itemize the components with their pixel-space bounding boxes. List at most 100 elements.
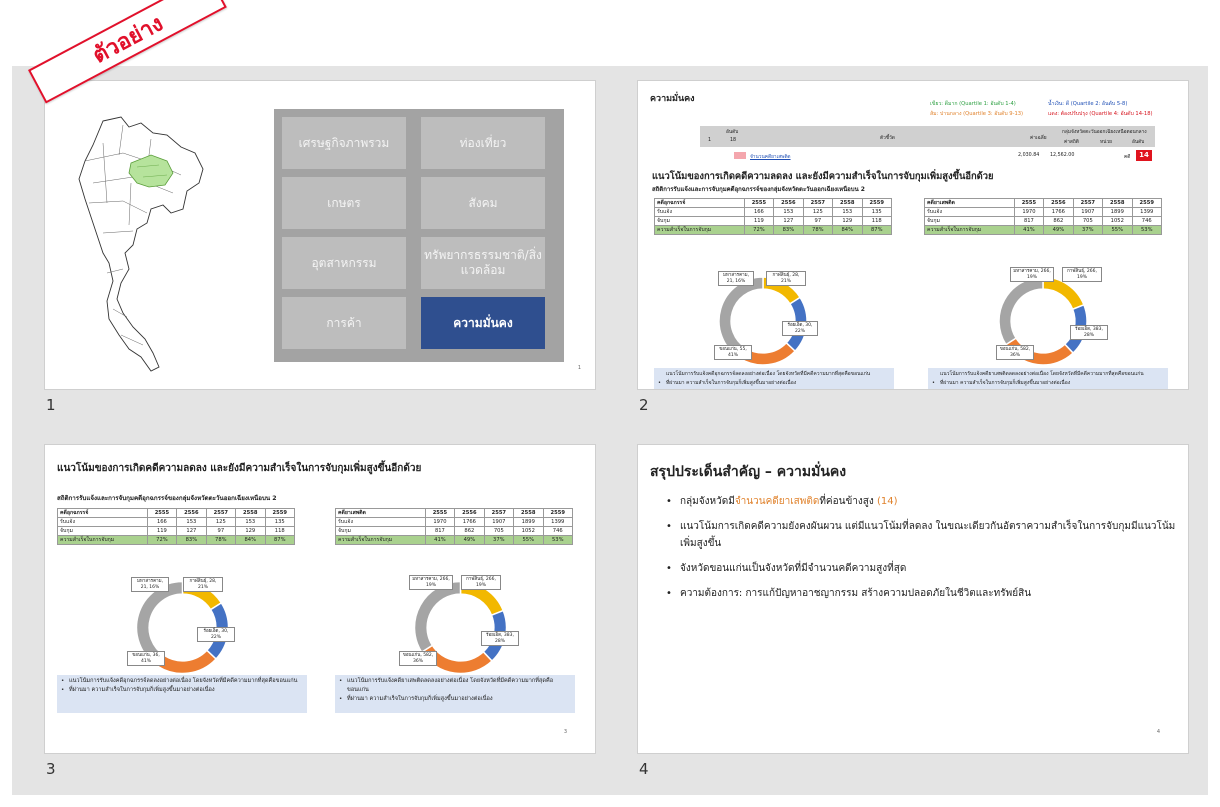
table-cell: 127 — [176, 526, 207, 536]
table-cell: 817 — [1013, 216, 1045, 226]
label-roiet: ร้อยเอ็ด, 30, 22% — [197, 627, 235, 643]
label-khonkaen: ขอนแก่น, 55, 41% — [714, 345, 752, 361]
table-cell: 2557 — [205, 508, 237, 518]
th-average: ค่าเฉลี่ย — [1030, 136, 1047, 141]
table-cell: 153 — [176, 517, 207, 527]
indicator-link[interactable]: จำนวนคดียาเสพติด — [750, 153, 791, 161]
label-khonkaen: ขอนแก่น, 36, 41% — [127, 651, 165, 667]
indicator-table: อันดับ 1 18 ตัวชี้วัด ค่าเฉลี่ย กลุ่มจัง… — [700, 126, 1155, 164]
menu-economy[interactable]: เศรษฐกิจภาพรวม — [282, 117, 406, 169]
note-drug-2: ที่ผ่านมา ความสำเร็จในการจับกุมก็เพิ่มสู… — [932, 379, 1164, 388]
table-cell: 2558 — [235, 508, 266, 518]
table-cell: 78% — [205, 535, 237, 545]
table-cell: 55% — [1102, 225, 1133, 235]
table-cell: ความสำเร็จในการจับกุม — [924, 225, 1015, 235]
table-cell: 97 — [205, 526, 237, 536]
table-cell: 53% — [542, 535, 573, 545]
table-cell: 87% — [861, 225, 892, 235]
note-violent-1: แนวโน้มการรับแจ้งคดีอุกฉกรรจ์ลดลงอย่างต่… — [61, 677, 303, 686]
table-cell: 2559 — [264, 508, 295, 518]
slide-number-2: 2 — [639, 396, 649, 414]
th-rank-1: 1 — [708, 138, 712, 143]
table-cell: 2555 — [743, 198, 775, 208]
subheadline: สถิติการรับแจ้งและการจับกุมคดีอุกฉกรรจ์ข… — [652, 186, 865, 193]
menu-trade[interactable]: การค้า — [282, 297, 406, 349]
table-cell: 2556 — [176, 508, 207, 518]
th-value: ค่าสถิติ — [1064, 140, 1079, 145]
table-cell: 153 — [235, 517, 266, 527]
table-cell: รับแจ้ง — [57, 517, 148, 527]
table-cell: 2555 — [1013, 198, 1045, 208]
table-row: ความสำเร็จในการจับกุม 41% 49% 37% 55% 53% — [335, 535, 573, 545]
table-cell: 125 — [205, 517, 237, 527]
subheadline: สถิติการรับแจ้งและการจับกุมคดีอุกฉกรรจ์ข… — [57, 495, 277, 502]
slide-thumbnail-3[interactable]: แนวโน้มของการเกิดคดีความลดลง และยังมีควา… — [44, 444, 596, 754]
table-cell: 1907 — [483, 517, 515, 527]
menu-agriculture[interactable]: เกษตร — [282, 177, 406, 229]
table-row: คดีอุกฉกรรจ์ 2555 2556 2557 2558 2559 — [57, 508, 295, 518]
slide-title: สรุปประเด็นสำคัญ – ความมั่นคง — [650, 464, 847, 480]
table-cell: 1052 — [1102, 216, 1133, 226]
legend-blue: น้ำเงิน: ดี (Quartile 2: อันดับ 5-8) — [1048, 101, 1128, 107]
table-cell: จับกุม — [335, 526, 426, 536]
table-cell: ความสำเร็จในการจับกุม — [335, 535, 426, 545]
page-number: 1 — [577, 365, 581, 371]
table-cell: 2555 — [146, 508, 178, 518]
unit-value: คดี — [1124, 155, 1131, 160]
table-cell: 37% — [483, 535, 515, 545]
table-cell: 2556 — [773, 198, 804, 208]
label-mahasarakham-drug: มหาสารคาม, 266, 19% — [409, 575, 453, 591]
menu-security[interactable]: ความมั่นคง — [421, 297, 545, 349]
th-unit: หน่วย — [1100, 140, 1112, 145]
table-cell: 1970 — [424, 517, 456, 527]
table-cell: 1399 — [1131, 207, 1162, 217]
violent-notes: แนวโน้มการรับแจ้งคดีอุกฉกรรจ์ลดลงอย่างต่… — [654, 368, 894, 389]
table-cell: 49% — [454, 535, 485, 545]
slide-thumbnail-1[interactable]: เศรษฐกิจภาพรวม ท่องเที่ยว เกษตร สังคม อุ… — [44, 80, 596, 390]
th-order: อันดับ — [1132, 140, 1145, 145]
note-violent-2: ที่ผ่านมา ความสำเร็จในการจับกุมก็เพิ่มสู… — [658, 379, 890, 388]
table-cell: จับกุม — [57, 526, 148, 536]
note-drug-1: แนวโน้มการรับแจ้งคดียาเสพติดลดลงอย่างต่อ… — [940, 370, 1164, 379]
table-cell: จับกุม — [654, 216, 745, 226]
table-cell: 2558 — [1102, 198, 1133, 208]
table-cell: จับกุม — [924, 216, 1015, 226]
table-cell: 1899 — [1102, 207, 1133, 217]
slide-number-1: 1 — [46, 396, 56, 414]
table-cell: 49% — [1043, 225, 1074, 235]
table-cell: 72% — [146, 535, 178, 545]
table-row: จับกุม 119 127 97 129 118 — [57, 526, 295, 536]
table-cell: 84% — [832, 225, 863, 235]
table-cell: คดียาเสพติด — [924, 198, 1015, 208]
menu-tourism[interactable]: ท่องเที่ยว — [421, 117, 545, 169]
table-cell: 119 — [146, 526, 178, 536]
slide-thumbnail-2[interactable]: ความมั่นคง เขียว: ดีมาก (Quartile 1: อัน… — [637, 80, 1189, 390]
table-cell: 125 — [802, 207, 834, 217]
table-cell: 118 — [861, 216, 892, 226]
table-cell: 129 — [235, 526, 266, 536]
drug-notes: แนวโน้มการรับแจ้งคดียาเสพติดลดลงอย่างต่อ… — [928, 368, 1168, 389]
table-cell: 862 — [1043, 216, 1074, 226]
thailand-map — [78, 116, 204, 372]
table-cell: 83% — [773, 225, 804, 235]
menu-society[interactable]: สังคม — [421, 177, 545, 229]
table-cell: 135 — [861, 207, 892, 217]
th-rank-18: 18 — [730, 138, 737, 143]
donut-slice-ร้อยเอ็ด — [156, 649, 218, 675]
table-row: คดียาเสพติด 2555 2556 2557 2558 2559 — [335, 508, 573, 518]
label-kalasin: กาฬสินธุ์, 28, 21% — [183, 577, 223, 593]
menu-environment[interactable]: ทรัพยากรธรรมชาติ/สิ่งแวดล้อม — [421, 237, 545, 289]
menu-industry[interactable]: อุตสาหกรรม — [282, 237, 406, 289]
table-cell: รับแจ้ง — [924, 207, 1015, 217]
table-row: รับแจ้ง 1970 1766 1907 1899 1399 — [924, 207, 1162, 217]
rank-badge: 14 — [1136, 150, 1152, 161]
table-row: จับกุม 119 127 97 129 118 — [654, 216, 892, 226]
table-cell: 41% — [1013, 225, 1045, 235]
label-khonkaen-drug: ขอนแก่น, 582, 36% — [399, 651, 437, 667]
table-row: ความสำเร็จในการจับกุม 72% 83% 78% 84% 87% — [654, 225, 892, 235]
slide-thumbnail-4[interactable]: สรุปประเด็นสำคัญ – ความมั่นคง กลุ่มจังหว… — [637, 444, 1189, 754]
table-cell: 41% — [424, 535, 456, 545]
table-cell: 72% — [743, 225, 775, 235]
table-row: ความสำเร็จในการจับกุม 72% 83% 78% 84% 87% — [57, 535, 295, 545]
avg-value: 2,030.84 — [1018, 153, 1040, 158]
